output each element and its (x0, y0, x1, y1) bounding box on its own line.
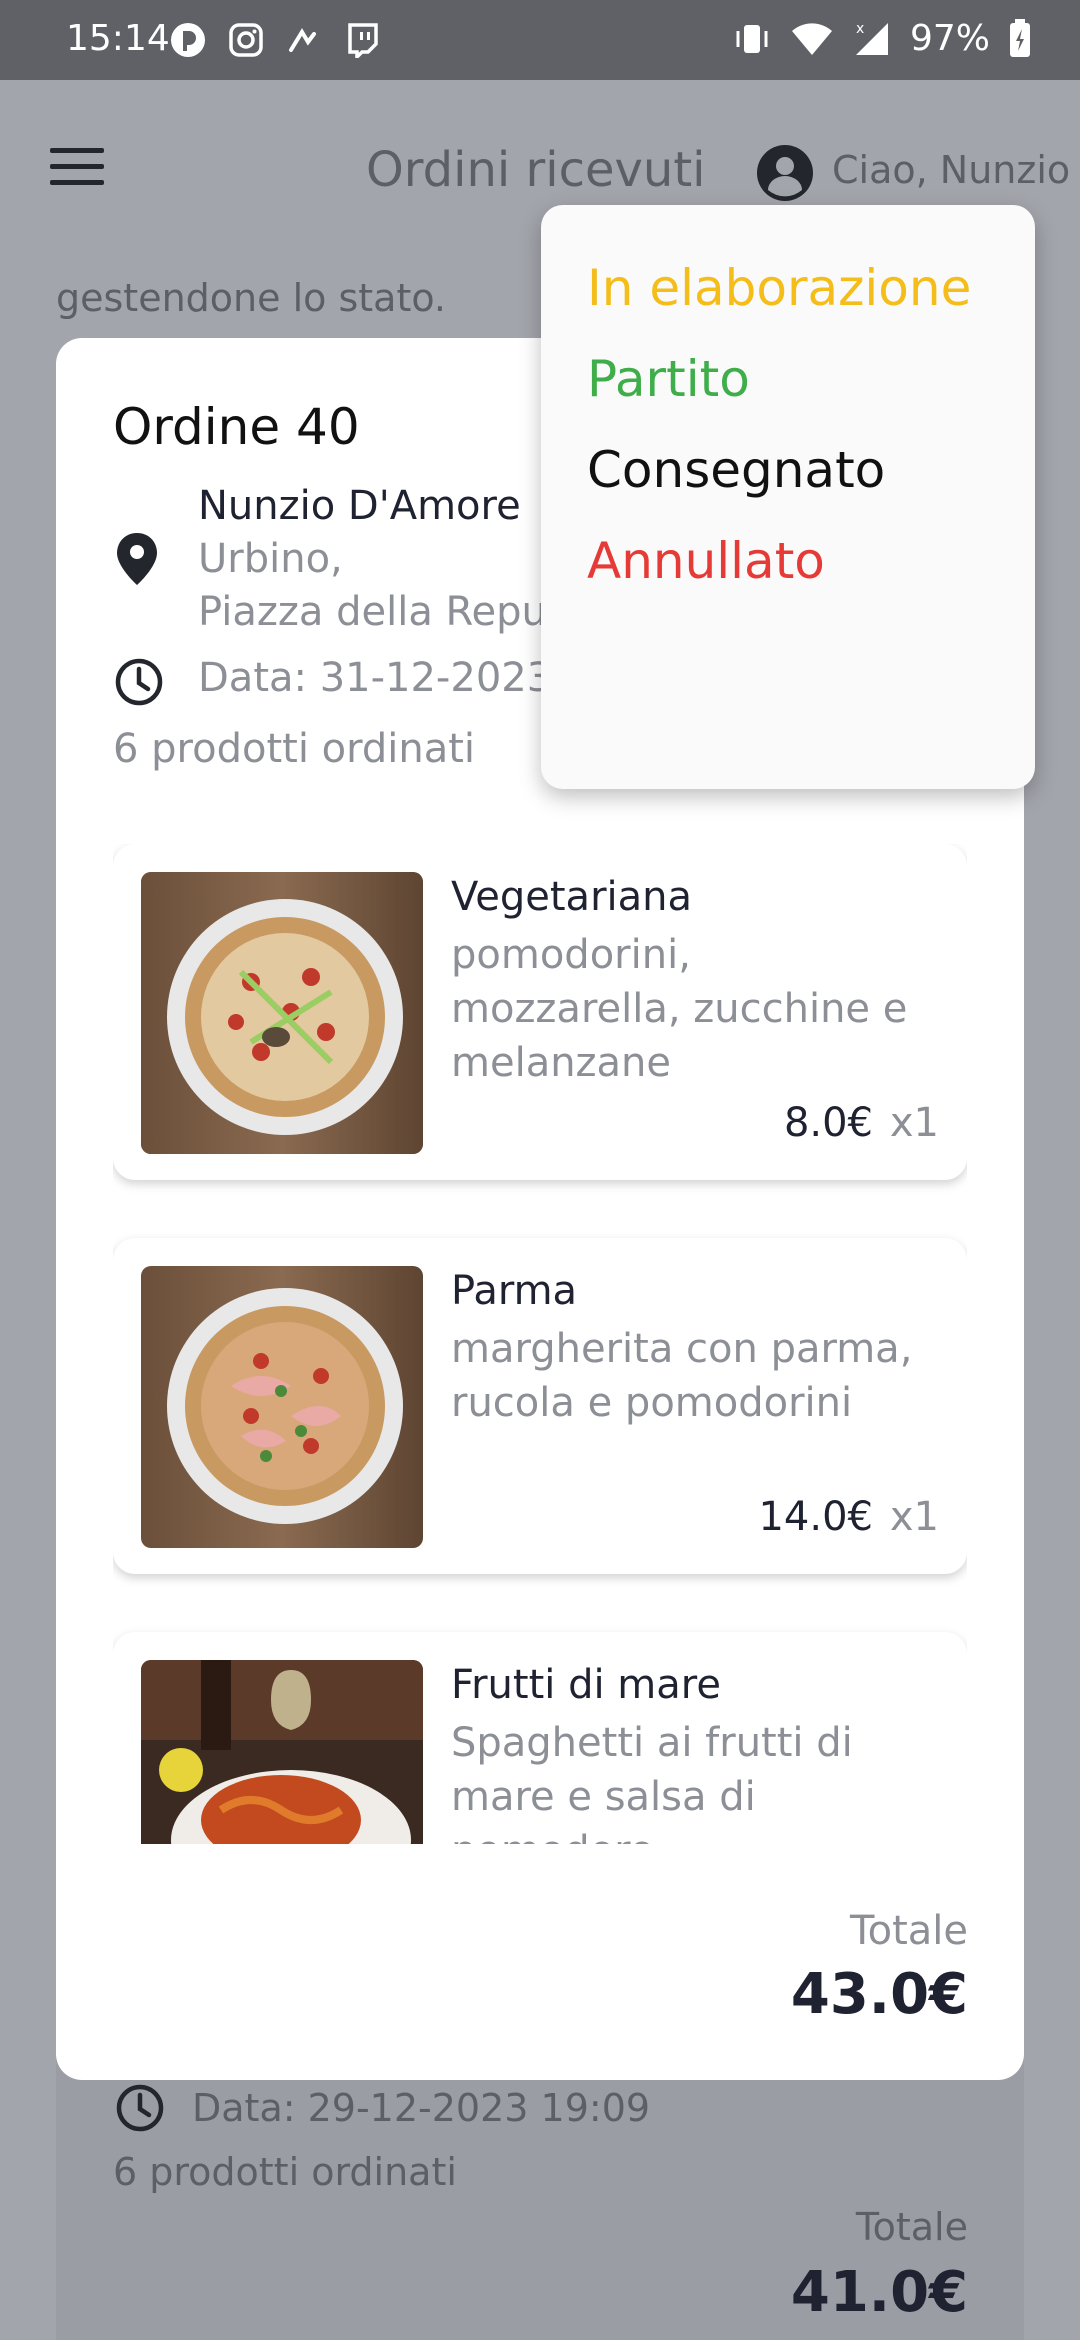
order-date: Data: 31-12-2023 1 (198, 655, 591, 701)
status-time: 15:14 (66, 18, 170, 59)
signal-icon: x (855, 21, 888, 55)
instagram-icon (226, 20, 266, 60)
product-name: Parma (451, 1268, 578, 1314)
product-description: pomodorini, mozzarella, zucchine e melan… (451, 932, 908, 1086)
user-greeting[interactable]: Ciao, Nunzio (832, 148, 1070, 192)
product-description: Spaghetti ai frutti di mare e salsa di p… (451, 1720, 853, 1844)
menu-icon[interactable] (50, 148, 104, 192)
customer-name: Nunzio D'Amore (198, 483, 521, 529)
product-name: Vegetariana (451, 874, 692, 920)
battery-icon (1010, 18, 1030, 57)
product-quantity: x1 (889, 1100, 939, 1146)
location-pin-icon (117, 533, 157, 585)
twitch-icon (342, 20, 382, 60)
list-item[interactable]: Parma margherita con parma, rucola e pom… (113, 1238, 967, 1574)
order-total: 43.0€ (790, 1962, 968, 2027)
status-bar: 15:14 x 97% (0, 0, 1080, 80)
product-image (141, 1660, 423, 1844)
order-status-menu: In elaborazione Partito Consegnato Annul… (541, 205, 1035, 789)
brand-icon (168, 20, 208, 60)
background-order-count: 6 prodotti ordinati (113, 2150, 457, 2194)
status-option-consegnato[interactable]: Consegnato (587, 441, 885, 499)
page-title: Ordini ricevuti (366, 142, 706, 198)
order-product-count: 6 prodotti ordinati (113, 726, 476, 772)
user-avatar-icon[interactable] (756, 144, 814, 202)
product-name: Frutti di mare (451, 1662, 721, 1708)
order-items-list[interactable]: Vegetariana pomodorini, mozzarella, zucc… (113, 844, 967, 1844)
app-icon (284, 20, 324, 60)
page-subtitle: gestendone lo stato. (56, 276, 447, 320)
list-item[interactable]: Frutti di mare Spaghetti ai frutti di ma… (113, 1632, 967, 1844)
list-item[interactable]: Vegetariana pomodorini, mozzarella, zucc… (113, 844, 967, 1180)
product-price: 8.0€ (783, 1100, 873, 1146)
background-order-total-label: Totale (855, 2205, 968, 2249)
svg-text:x: x (856, 21, 864, 37)
order-total-label: Totale (849, 1908, 968, 1954)
vibrate-icon (736, 24, 768, 53)
clock-icon (116, 2084, 164, 2132)
status-option-in-elaborazione[interactable]: In elaborazione (587, 259, 971, 317)
customer-city: Urbino, (198, 536, 343, 582)
product-description: margherita con parma, rucola e pomodorin… (451, 1326, 913, 1426)
product-image (141, 872, 423, 1154)
product-quantity: x1 (889, 1494, 939, 1540)
wifi-icon (791, 22, 832, 55)
clock-icon (115, 658, 163, 706)
status-notification-icons (168, 20, 382, 60)
product-price: 14.0€ (758, 1494, 873, 1540)
product-image (141, 1266, 423, 1548)
background-order-date: Data: 29-12-2023 19:09 (192, 2086, 651, 2130)
background-order-date-row: Data: 29-12-2023 19:09 (56, 2082, 650, 2134)
status-system-icons: x 97% (732, 18, 1032, 59)
battery-percent: 97% (909, 18, 990, 59)
status-option-annullato[interactable]: Annullato (587, 532, 825, 590)
status-option-partito[interactable]: Partito (587, 350, 750, 408)
background-order-total: 41.0€ (790, 2260, 968, 2325)
order-title: Ordine 40 (113, 398, 360, 456)
